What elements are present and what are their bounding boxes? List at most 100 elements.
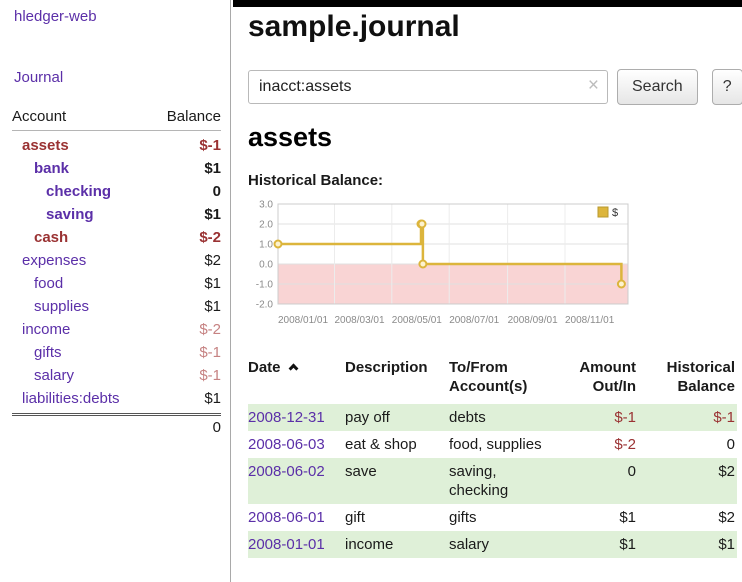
balance-chart: $3.0 2.0 1.0 0.0 -1.0 -2.0 2008/01/012008/03/… [246,198,638,326]
svg-text:-2.0: -2.0 [256,300,274,311]
account-row-cash: cash $-2 [12,226,221,249]
accounts-header-balance: Balance [167,108,221,125]
account-balance-gifts: $-1 [199,341,221,364]
register-amount: $1 [567,531,644,558]
accounts-header: Account Balance [12,108,221,131]
register-balance: 0 [644,431,737,458]
register-table: Date Description To/From Account(s) Amou… [248,356,737,558]
account-balance-cash: $-2 [199,226,221,249]
register-date-link[interactable]: 2008-12-31 [248,409,325,426]
account-balance-bank: $1 [204,157,221,180]
account-balance-salary: $-1 [199,364,221,387]
register-header-row: Date Description To/From Account(s) Amou… [248,356,737,404]
sidebar-account-salary[interactable]: salary [12,364,74,387]
register-accounts: salary [449,531,567,558]
svg-text:2.0: 2.0 [259,220,273,231]
register-header-tofrom: To/From Account(s) [449,356,567,404]
register-row: 2008-12-31 pay off debts $-1 $-1 [248,404,737,431]
account-row-checking: checking 0 [12,180,221,203]
register-description: eat & shop [345,431,449,458]
sidebar-account-food[interactable]: food [12,272,63,295]
register-date-link[interactable]: 2008-06-02 [248,463,325,480]
register-date-link[interactable]: 2008-06-03 [248,436,325,453]
svg-text:1.0: 1.0 [259,240,273,251]
account-balance-assets: $-1 [199,134,221,157]
top-bar [233,0,742,7]
register-header-date[interactable]: Date [248,356,345,404]
brand-link[interactable]: hledger-web [14,8,221,25]
account-row-food: food $1 [12,272,221,295]
sidebar-account-cash[interactable]: cash [12,226,68,249]
register-header-balance: Historical Balance [644,356,737,404]
svg-text:$: $ [612,207,618,219]
sidebar-account-bank[interactable]: bank [12,157,69,180]
account-balance-saving: $1 [204,203,221,226]
account-heading: assets [248,122,332,153]
chart-x-axis-labels: 2008/01/012008/03/012008/05/012008/07/01… [246,315,638,329]
register-accounts: saving, checking [449,458,567,504]
account-row-gifts: gifts $-1 [12,341,221,364]
account-row-bank: bank $1 [12,157,221,180]
register-table-wrap: Date Description To/From Account(s) Amou… [248,356,737,558]
register-amount: $-1 [567,404,644,431]
sidebar-account-income[interactable]: income [12,318,70,341]
register-accounts: debts [449,404,567,431]
register-description: income [345,531,449,558]
clear-search-icon[interactable]: × [588,75,599,97]
page-title: sample.journal [248,10,460,44]
sidebar-account-liabilities-debts[interactable]: liabilities:debts [12,387,120,410]
search-input-wrap: × [248,70,608,104]
account-balance-liabilities-debts: $1 [204,387,221,410]
sidebar-account-expenses[interactable]: expenses [12,249,86,272]
chart-x-tick-label: 2008/09/01 [508,315,563,326]
account-balance-supplies: $1 [204,295,221,318]
chart-x-tick-label: 2008/01/01 [278,315,333,326]
sidebar-total-value: 0 [213,419,221,436]
search-button[interactable]: Search [617,69,698,105]
register-row: 2008-06-01 gift gifts $1 $2 [248,504,737,531]
register-description: save [345,458,449,504]
register-balance: $1 [644,531,737,558]
account-balance-income: $-2 [199,318,221,341]
sidebar-account-assets[interactable]: assets [12,134,69,157]
register-header-amount: Amount Out/In [567,356,644,404]
account-balance-checking: 0 [213,180,221,203]
register-header-description: Description [345,356,449,404]
account-balance-expenses: $2 [204,249,221,272]
balance-chart-svg: $3.0 2.0 1.0 0.0 -1.0 -2.0 [246,198,638,310]
sidebar-account-gifts[interactable]: gifts [12,341,62,364]
register-accounts: food, supplies [449,431,567,458]
sidebar: hledger-web Journal Account Balance asse… [0,0,231,582]
register-amount: $1 [567,504,644,531]
sidebar-account-checking[interactable]: checking [12,180,111,203]
account-row-saving: saving $1 [12,203,221,226]
register-amount: 0 [567,458,644,504]
register-description: gift [345,504,449,531]
help-button[interactable]: ? [712,69,742,105]
sidebar-account-saving[interactable]: saving [12,203,94,226]
register-row: 2008-06-03 eat & shop food, supplies $-2… [248,431,737,458]
nav-journal-link[interactable]: Journal [14,69,221,86]
svg-text:3.0: 3.0 [259,200,273,211]
search-form: × Search ? [248,69,742,105]
svg-text:-1.0: -1.0 [256,280,274,291]
account-row-income: income $-2 [12,318,221,341]
register-date-link[interactable]: 2008-01-01 [248,536,325,553]
account-row-expenses: expenses $2 [12,249,221,272]
sidebar-account-supplies[interactable]: supplies [12,295,89,318]
chart-x-tick-label: 2008/03/01 [335,315,390,326]
register-balance: $2 [644,458,737,504]
register-date-link[interactable]: 2008-06-01 [248,509,325,526]
chart-x-tick-label: 2008/05/01 [392,315,447,326]
register-balance: $-1 [644,404,737,431]
register-row: 2008-01-01 income salary $1 $1 [248,531,737,558]
accounts-header-account: Account [12,108,66,125]
register-amount: $-2 [567,431,644,458]
sort-ascending-icon[interactable] [288,364,298,374]
register-header-date-label: Date [248,359,281,376]
search-input[interactable] [248,70,608,104]
register-row: 2008-06-02 save saving, checking 0 $2 [248,458,737,504]
register-balance: $2 [644,504,737,531]
svg-text:0.0: 0.0 [259,260,273,271]
chart-x-tick-label: 2008/11/01 [565,315,620,326]
